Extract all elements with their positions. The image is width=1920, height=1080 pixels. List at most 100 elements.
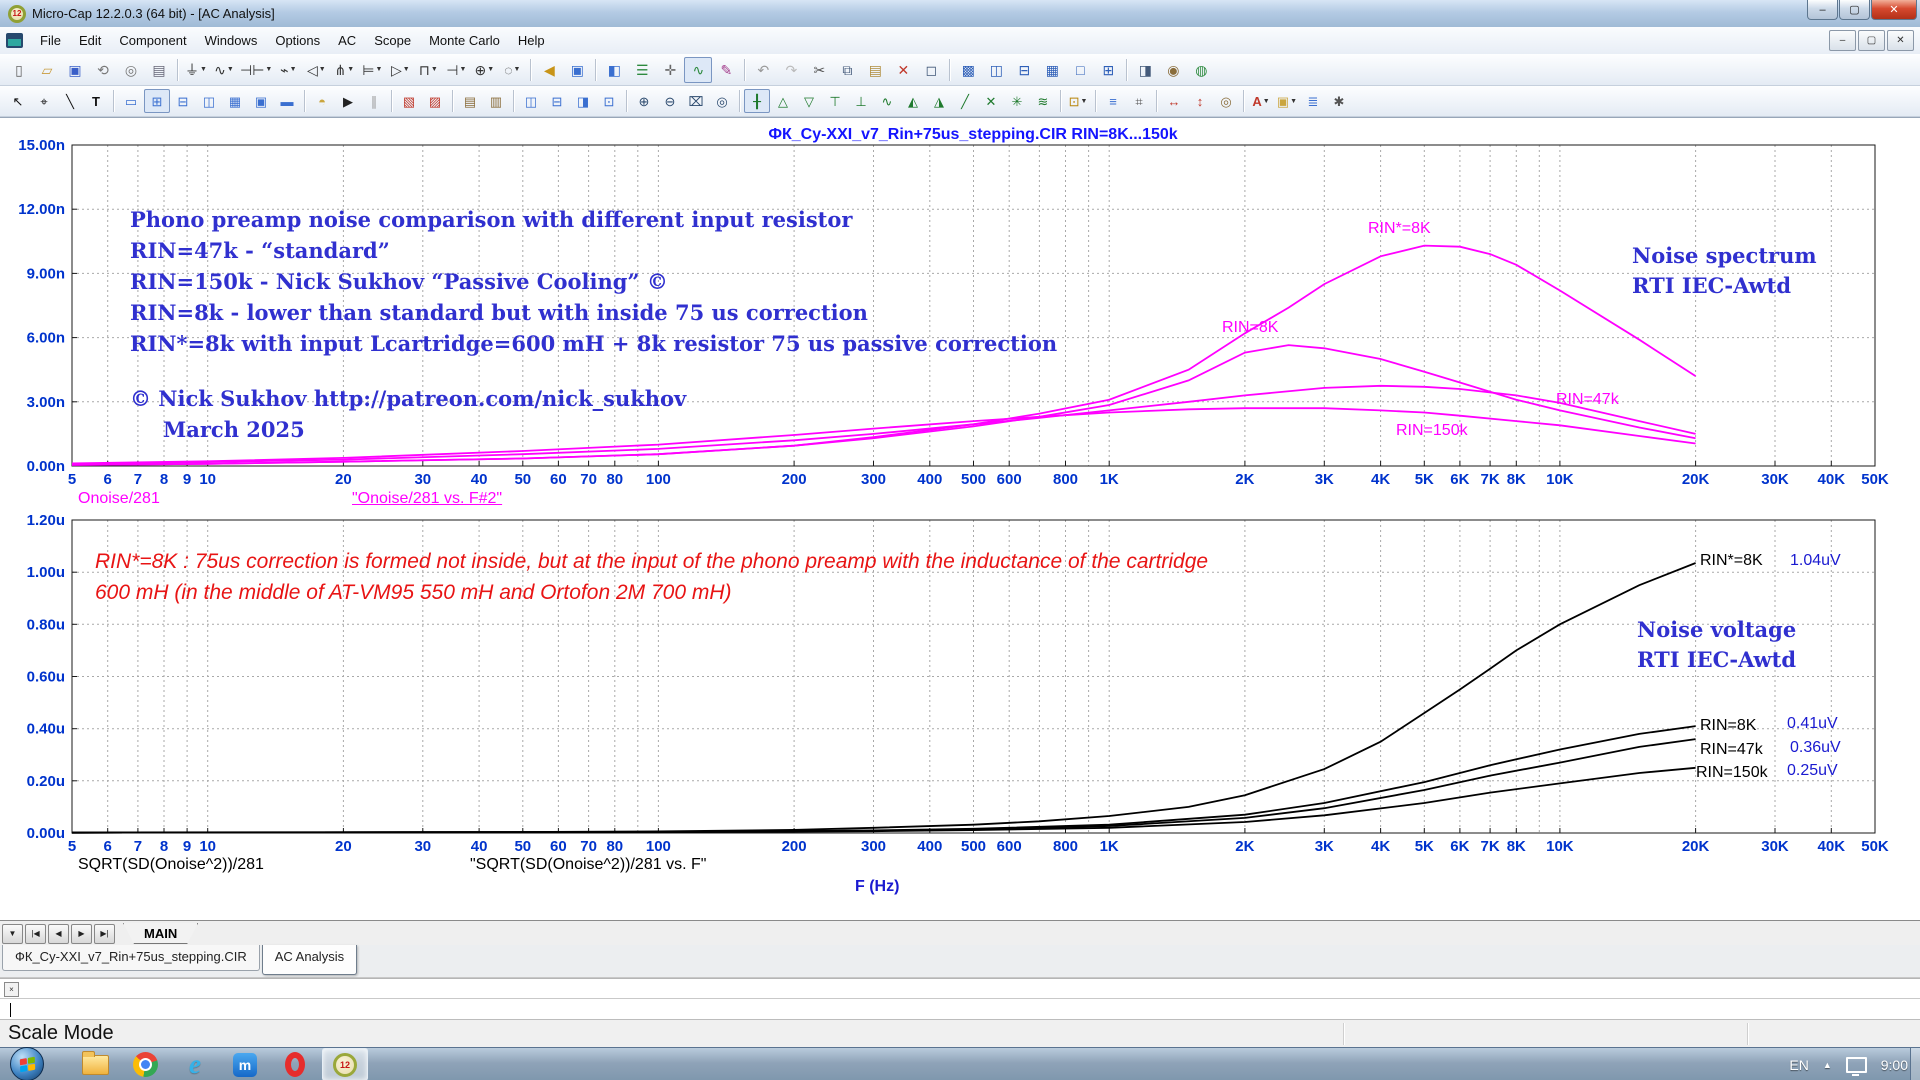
go-to-y-button[interactable]: ✳ <box>1004 89 1030 113</box>
taskbar-windows-explorer[interactable] <box>72 1048 118 1080</box>
component-panel-button[interactable]: ◨ <box>1131 57 1159 83</box>
zoom-area-button[interactable]: ⌧ <box>683 89 709 113</box>
panel-close-icon[interactable]: × <box>4 982 19 997</box>
numeric-output-button[interactable]: ⌗ <box>1126 89 1152 113</box>
pulse-source-button[interactable]: ⊓▼ <box>414 57 442 83</box>
peak-cursor-button[interactable]: △ <box>770 89 796 113</box>
menu-edit[interactable]: Edit <box>70 29 110 52</box>
info-mode-button[interactable]: ◓ <box>309 89 335 113</box>
component-mode-button[interactable]: ⌖ <box>31 89 57 113</box>
ground-button[interactable]: ⏚▼ <box>182 57 210 83</box>
preferences-button[interactable]: ✛ <box>656 57 684 83</box>
print-preview-button[interactable]: ◎ <box>117 57 145 83</box>
redo-button[interactable]: ↷ <box>777 57 805 83</box>
revert-button[interactable]: ⟲ <box>89 57 117 83</box>
sine-source-button[interactable]: ∿▼ <box>210 57 238 83</box>
language-indicator[interactable]: EN <box>1789 1057 1808 1073</box>
run-analysis-button[interactable]: ▶ <box>335 89 361 113</box>
schematic-view-button[interactable]: ▭ <box>118 89 144 113</box>
tracker-toggle-button[interactable]: ⊡ <box>596 89 622 113</box>
current-source-button[interactable]: ◌▼ <box>498 57 526 83</box>
window-select-button[interactable]: ▣ <box>563 57 591 83</box>
menu-monte-carlo[interactable]: Monte Carlo <box>420 29 509 52</box>
minimize-button[interactable]: – <box>1807 0 1838 20</box>
dropdown-caret-icon[interactable]: ▼ <box>1080 98 1087 105</box>
wire-mode-button[interactable]: ╲ <box>57 89 83 113</box>
plot-properties-button[interactable]: ✎ <box>712 57 740 83</box>
ruler-toggle-button[interactable]: ▤ <box>457 89 483 113</box>
next-page-button[interactable]: ▶ <box>71 924 92 944</box>
dropdown-caret-icon[interactable]: ▼ <box>347 66 354 73</box>
go-to-x-button[interactable]: ✕ <box>978 89 1004 113</box>
high-cursor-button[interactable]: ⊤ <box>822 89 848 113</box>
prev-page-button[interactable]: ◀ <box>48 924 69 944</box>
plus-mark-toggle-button[interactable]: ▥ <box>483 89 509 113</box>
pause-analysis-button[interactable]: ∥ <box>361 89 387 113</box>
dropdown-caret-icon[interactable]: ▼ <box>1263 98 1270 105</box>
align-text-button[interactable]: ≡ <box>1100 89 1126 113</box>
animate-button[interactable]: ◀ <box>535 57 563 83</box>
dropdown-caret-icon[interactable]: ▼ <box>514 66 521 73</box>
save-file-button[interactable]: ▣ <box>61 57 89 83</box>
horizontal-grids-button[interactable]: ⊟ <box>544 89 570 113</box>
taskbar-chrome[interactable] <box>122 1048 168 1080</box>
diode-button[interactable]: ◁▼ <box>302 57 330 83</box>
dropdown-caret-icon[interactable]: ▼ <box>459 66 466 73</box>
dropdown-caret-icon[interactable]: ▼ <box>265 66 272 73</box>
split-vertical-view-button[interactable]: ◫ <box>196 89 222 113</box>
voltage-source-button[interactable]: ⊕▼ <box>470 57 498 83</box>
resistor-button[interactable]: ⌁▼ <box>274 57 302 83</box>
maximize-button[interactable]: ▢ <box>1839 0 1870 20</box>
inflection-cursor-button[interactable]: ∿ <box>874 89 900 113</box>
child-minimize-button[interactable]: – <box>1829 30 1856 51</box>
low-cursor-button[interactable]: ⊥ <box>848 89 874 113</box>
go-to-performance-button[interactable]: ≋ <box>1030 89 1056 113</box>
new-file-button[interactable]: ▯ <box>5 57 33 83</box>
network-icon[interactable] <box>1846 1057 1867 1073</box>
slope-cursor-button[interactable]: ╱ <box>952 89 978 113</box>
analysis-plot-area[interactable] <box>0 117 1920 921</box>
user-settings-button[interactable]: ◉ <box>1159 57 1187 83</box>
attributes-button[interactable]: ◧ <box>600 57 628 83</box>
auto-scale-x-button[interactable]: ↔ <box>1161 89 1187 113</box>
global-high-cursor-button[interactable]: ◭ <box>900 89 926 113</box>
child-close-button[interactable]: ✕ <box>1887 30 1914 51</box>
maximize-window-button[interactable]: □ <box>1066 57 1094 83</box>
menu-file[interactable]: File <box>31 29 70 52</box>
capacitor-button[interactable]: ⊣⊢▼ <box>238 57 274 83</box>
clock[interactable]: 9:00 <box>1881 1057 1908 1073</box>
tile-vertical-button[interactable]: ◫ <box>982 57 1010 83</box>
last-page-button[interactable]: ▶| <box>94 924 115 944</box>
dropdown-caret-icon[interactable]: ▼ <box>431 66 438 73</box>
global-low-cursor-button[interactable]: ◮ <box>926 89 952 113</box>
calculator-button[interactable]: ⊞ <box>1094 57 1122 83</box>
split-window-button[interactable]: ▦ <box>1038 57 1066 83</box>
open-file-button[interactable]: ▱ <box>33 57 61 83</box>
dropdown-caret-icon[interactable]: ▼ <box>1290 98 1297 105</box>
stepping-button[interactable]: ≣ <box>1300 89 1326 113</box>
menu-help[interactable]: Help <box>509 29 554 52</box>
mosfet-button[interactable]: ⊨▼ <box>358 57 386 83</box>
file-tab-cy-xxi-v7-rin-75us-stepping-cir[interactable]: ФК_Cy-XXI_v7_Rin+75us_stepping.CIR <box>2 945 260 971</box>
file-tab-ac-analysis[interactable]: AC Analysis <box>262 945 357 975</box>
tray-expand-icon[interactable]: ▲ <box>1823 1060 1832 1070</box>
child-restore-button[interactable]: ▢ <box>1858 30 1885 51</box>
command-list-button[interactable]: ☰ <box>628 57 656 83</box>
taskbar-internet-explorer[interactable]: e <box>172 1048 218 1080</box>
paste-button[interactable]: ▤ <box>861 57 889 83</box>
menu-options[interactable]: Options <box>266 29 329 52</box>
dropdown-caret-icon[interactable]: ▼ <box>375 66 382 73</box>
taskbar-micro-cap[interactable]: 12 <box>322 1048 368 1080</box>
auto-scale-y-button[interactable]: ↕ <box>1187 89 1213 113</box>
connector-button[interactable]: ⊣▼ <box>442 57 470 83</box>
data-points-toggle-button[interactable]: ▧ <box>396 89 422 113</box>
grid-toggle-button[interactable]: ▦ <box>222 89 248 113</box>
dropdown-caret-icon[interactable]: ▼ <box>227 66 234 73</box>
taskbar-maxthon[interactable]: m <box>222 1048 268 1080</box>
taskbar-opera[interactable] <box>272 1048 318 1080</box>
font-color-button[interactable]: A▼ <box>1248 89 1274 113</box>
dropdown-caret-icon[interactable]: ▼ <box>487 66 494 73</box>
vertical-grids-button[interactable]: ◨ <box>570 89 596 113</box>
tile-horizontal-button[interactable]: ⊟ <box>1010 57 1038 83</box>
select-region-button[interactable]: ◻ <box>917 57 945 83</box>
